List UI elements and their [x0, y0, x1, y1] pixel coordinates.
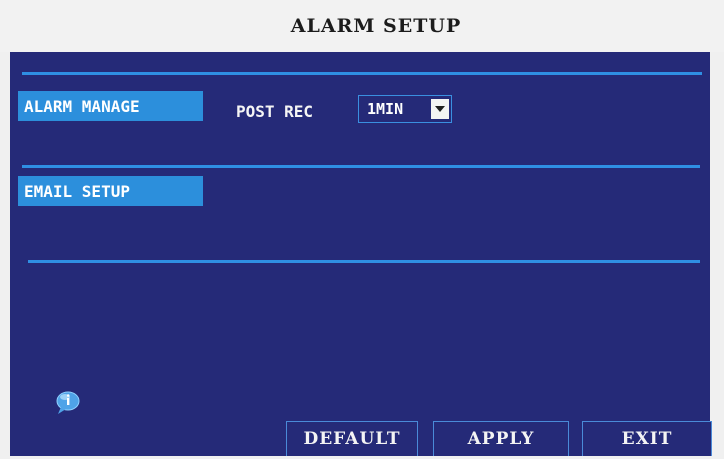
menu-item-email-setup[interactable]: EMAIL SETUP: [18, 176, 203, 206]
divider: [28, 260, 700, 263]
chevron-down-icon[interactable]: [431, 99, 449, 119]
apply-button[interactable]: APPLY: [433, 421, 569, 457]
alarm-setup-screen: ALARM SETUP ALARM MANAGE EMAIL SETUP POS…: [0, 0, 724, 459]
divider: [22, 72, 702, 75]
info-icon[interactable]: [55, 390, 83, 416]
divider: [22, 165, 700, 168]
menu-item-alarm-manage[interactable]: ALARM MANAGE: [18, 91, 203, 121]
exit-button[interactable]: EXIT: [582, 421, 712, 457]
menu-item-label: ALARM MANAGE: [24, 96, 140, 116]
post-rec-value: 1MIN: [367, 100, 404, 118]
frame-right: [710, 52, 724, 459]
post-rec-select[interactable]: 1MIN: [358, 95, 452, 123]
default-button[interactable]: DEFAULT: [286, 421, 418, 457]
menu-item-label: EMAIL SETUP: [24, 181, 130, 201]
title-bar: ALARM SETUP: [0, 0, 724, 52]
post-rec-label: POST REC: [236, 102, 314, 121]
frame-left: [0, 52, 10, 459]
page-title: ALARM SETUP: [290, 15, 462, 37]
